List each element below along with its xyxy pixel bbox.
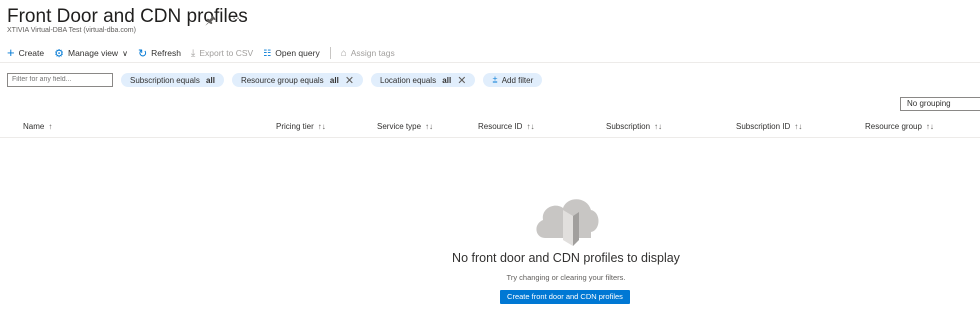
remove-filter-icon[interactable]: ✕ — [345, 74, 354, 87]
assign-tags-button[interactable]: ⌂ Assign tags — [341, 48, 395, 59]
column-label: Subscription ID — [736, 122, 791, 131]
column-label: Service type — [377, 122, 422, 131]
column-label: Resource ID — [478, 122, 523, 131]
cloud-icon — [533, 192, 599, 253]
grouping-dropdown[interactable]: No grouping — [900, 97, 980, 111]
add-filter-label: Add filter — [501, 75, 534, 85]
create-profile-button[interactable]: Create front door and CDN profiles — [500, 290, 630, 304]
column-header-subscription[interactable]: Subscription ↑↓ — [606, 122, 662, 131]
empty-state-subtitle: Try changing or clearing your filters. — [506, 273, 626, 282]
plus-icon: + — [7, 45, 15, 60]
column-header-service-type[interactable]: Service type ↑↓ — [377, 122, 433, 131]
create-label: Create — [18, 48, 45, 58]
location-filter-label: Location equals — [380, 75, 439, 85]
open-query-label: Open query — [275, 48, 320, 58]
empty-state-title: No front door and CDN profiles to displa… — [452, 251, 680, 265]
query-icon: ☷ — [263, 47, 272, 58]
sort-icon: ↑↓ — [425, 122, 434, 131]
manage-view-button[interactable]: ⚙ Manage view ∨ — [54, 47, 128, 60]
resource-group-filter-label: Resource group equals — [240, 75, 326, 85]
command-bar: + Create ⚙ Manage view ∨ ↻ Refresh ⤓ Exp… — [7, 45, 405, 61]
create-button[interactable]: + Create — [7, 45, 45, 60]
sort-ascending-icon: ↑ — [48, 122, 53, 131]
column-label: Subscription — [606, 122, 651, 131]
refresh-label: Refresh — [151, 48, 181, 58]
sort-icon: ↑↓ — [794, 122, 803, 131]
location-filter-pill[interactable]: Location equals all ✕ — [371, 73, 476, 87]
title-actions: 🖈 ⋯ — [205, 11, 240, 32]
page-subtitle: XTIVIA Virtual-DBA Test (virtual-dba.com… — [7, 27, 136, 34]
add-filter-button[interactable]: ⩲ Add filter — [483, 73, 543, 87]
column-header-resource-id[interactable]: Resource ID ↑↓ — [478, 122, 534, 131]
export-csv-label: Export to CSV — [199, 48, 254, 58]
filter-input[interactable] — [7, 73, 113, 87]
pin-icon[interactable]: 🖈 — [205, 11, 216, 32]
column-header-pricing-tier[interactable]: Pricing tier ↑↓ — [276, 122, 326, 131]
gear-icon: ⚙ — [54, 47, 64, 60]
sort-icon: ↑↓ — [654, 122, 663, 131]
filter-bar: Subscription equals all Resource group e… — [7, 73, 543, 87]
add-filter-icon: ⩲ — [492, 74, 498, 85]
table-header-divider — [0, 137, 980, 138]
remove-filter-icon[interactable]: ✕ — [457, 74, 466, 87]
refresh-icon: ↻ — [137, 47, 148, 60]
column-header-subscription-id[interactable]: Subscription ID ↑↓ — [736, 122, 802, 131]
column-header-name[interactable]: Name ↑ — [23, 122, 52, 131]
column-label: Name — [23, 122, 45, 131]
sort-icon: ↑↓ — [317, 122, 326, 131]
table-header: Name ↑ Pricing tier ↑↓ Service type ↑↓ Reso… — [0, 118, 980, 136]
tag-icon: ⌂ — [340, 47, 347, 59]
toolbar-divider — [329, 47, 331, 59]
export-csv-button[interactable]: ⤓ Export to CSV — [191, 48, 253, 59]
toolbar-divider-line — [0, 62, 980, 63]
open-query-button[interactable]: ☷ Open query — [263, 48, 320, 59]
subscription-filter-label: Subscription equals — [130, 75, 203, 85]
resource-group-filter-value: all — [329, 75, 339, 85]
sort-icon: ↑↓ — [526, 122, 535, 131]
sort-icon: ↑↓ — [925, 122, 934, 131]
manage-view-label: Manage view — [67, 48, 119, 58]
refresh-button[interactable]: ↻ Refresh — [138, 47, 181, 60]
subscription-filter-pill[interactable]: Subscription equals all — [121, 73, 224, 87]
location-filter-value: all — [442, 75, 452, 85]
more-options-icon[interactable]: ⋯ — [228, 11, 240, 32]
column-label: Resource group — [865, 122, 922, 131]
download-icon: ⤓ — [190, 47, 196, 59]
assign-tags-label: Assign tags — [350, 48, 395, 58]
column-header-resource-group[interactable]: Resource group ↑↓ — [865, 122, 934, 131]
chevron-down-icon: ∨ — [122, 48, 128, 58]
resource-group-filter-pill[interactable]: Resource group equals all ✕ — [231, 73, 364, 87]
subscription-filter-value: all — [206, 75, 215, 85]
column-label: Pricing tier — [276, 122, 314, 131]
